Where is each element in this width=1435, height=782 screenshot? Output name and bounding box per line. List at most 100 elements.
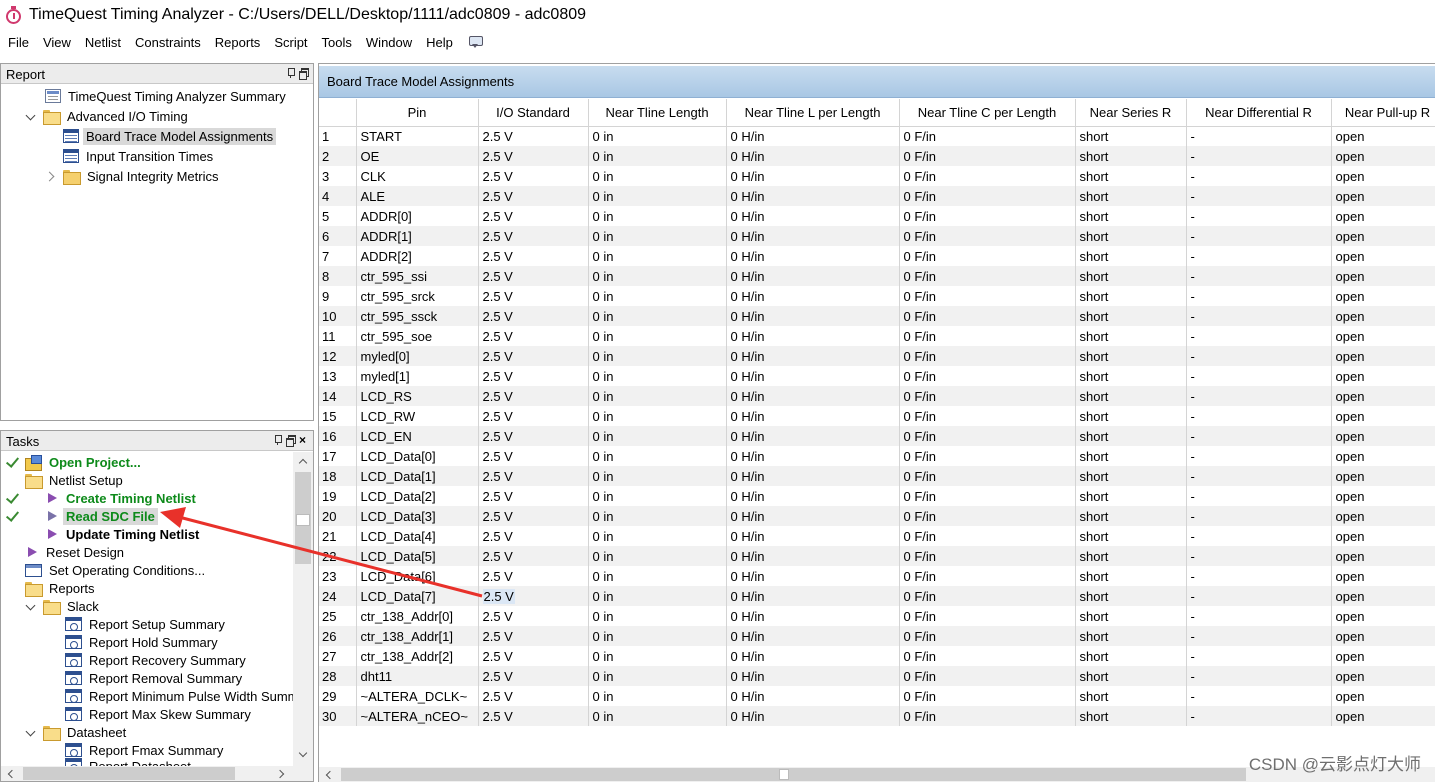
column-header-near-tline-l-per-length[interactable]: Near Tline L per Length xyxy=(726,99,900,127)
cell-near-differential-r[interactable]: - xyxy=(1186,606,1332,626)
cell-near-series-r[interactable]: short xyxy=(1075,306,1187,326)
cell-near-differential-r[interactable]: - xyxy=(1186,566,1332,586)
table-row[interactable]: 13 myled[1] 2.5 V 0 in 0 H/in 0 F/in short - ope… xyxy=(319,366,1435,386)
cell-near-differential-r[interactable]: - xyxy=(1186,186,1332,206)
cell-near-tline-length[interactable]: 0 in xyxy=(588,306,727,326)
cell-pin[interactable]: ~ALTERA_nCEO~ xyxy=(356,706,479,726)
menu-tools[interactable]: Tools xyxy=(317,35,357,50)
column-header-pin[interactable]: Pin xyxy=(356,99,479,127)
column-header-near-tline-length[interactable]: Near Tline Length xyxy=(588,99,727,127)
cell-near-tline-c-per-length[interactable]: 0 F/in xyxy=(899,566,1076,586)
cell-near-tline-length[interactable]: 0 in xyxy=(588,326,727,346)
cell-index[interactable]: 16 xyxy=(319,426,357,446)
report-tree-item-selected[interactable]: Board Trace Model Assignments xyxy=(63,126,277,146)
cell-near-tline-c-per-length[interactable]: 0 F/in xyxy=(899,666,1076,686)
cell-near-pull-up-r[interactable]: open xyxy=(1331,386,1435,406)
cell-near-tline-c-per-length[interactable]: 0 F/in xyxy=(899,586,1076,606)
cell-near-pull-up-r[interactable]: open xyxy=(1331,586,1435,606)
cell-near-tline-length[interactable]: 0 in xyxy=(588,126,727,146)
table-row[interactable]: 2 OE 2.5 V 0 in 0 H/in 0 F/in short - open xyxy=(319,146,1435,166)
cell-near-differential-r[interactable]: - xyxy=(1186,706,1332,726)
cell-near-tline-l-per-length[interactable]: 0 H/in xyxy=(726,466,900,486)
scroll-left-arrow-icon[interactable] xyxy=(5,769,15,779)
cell-near-tline-c-per-length[interactable]: 0 F/in xyxy=(899,166,1076,186)
cell-near-tline-l-per-length[interactable]: 0 H/in xyxy=(726,686,900,706)
cell-near-series-r[interactable]: short xyxy=(1075,626,1187,646)
cell-near-differential-r[interactable]: - xyxy=(1186,126,1332,146)
chat-help-icon[interactable] xyxy=(468,35,484,49)
cell-near-tline-length[interactable]: 0 in xyxy=(588,366,727,386)
cell-near-pull-up-r[interactable]: open xyxy=(1331,166,1435,186)
cell-near-tline-c-per-length[interactable]: 0 F/in xyxy=(899,266,1076,286)
chevron-down-icon[interactable] xyxy=(25,600,37,612)
cell-io-standard[interactable]: 2.5 V xyxy=(478,186,589,206)
report-tree-folder[interactable]: Signal Integrity Metrics xyxy=(45,166,222,186)
cell-near-differential-r[interactable]: - xyxy=(1186,486,1332,506)
scrollbar-thumb[interactable] xyxy=(341,768,1246,781)
pin-icon[interactable] xyxy=(286,68,295,78)
cell-near-tline-length[interactable]: 0 in xyxy=(588,406,727,426)
menu-help[interactable]: Help xyxy=(421,35,458,50)
cell-pin[interactable]: ADDR[1] xyxy=(356,226,479,246)
cell-near-series-r[interactable]: short xyxy=(1075,506,1187,526)
cell-near-tline-c-per-length[interactable]: 0 F/in xyxy=(899,446,1076,466)
cell-pin[interactable]: LCD_EN xyxy=(356,426,479,446)
task-report-removal-summary[interactable]: Report Removal Summary xyxy=(65,668,245,688)
cell-pin[interactable]: dht11 xyxy=(356,666,479,686)
cell-near-pull-up-r[interactable]: open xyxy=(1331,566,1435,586)
task-netlist-setup[interactable]: Netlist Setup xyxy=(25,470,126,490)
menu-script[interactable]: Script xyxy=(269,35,312,50)
cell-pin[interactable]: ctr_138_Addr[0] xyxy=(356,606,479,626)
cell-io-standard[interactable]: 2.5 V xyxy=(478,666,589,686)
cell-near-tline-l-per-length[interactable]: 0 H/in xyxy=(726,326,900,346)
cell-io-standard[interactable]: 2.5 V xyxy=(478,546,589,566)
cell-near-series-r[interactable]: short xyxy=(1075,286,1187,306)
task-open-project[interactable]: Open Project... xyxy=(25,452,144,472)
table-row[interactable]: 27 ctr_138_Addr[2] 2.5 V 0 in 0 H/in 0 F/in sh… xyxy=(319,646,1435,666)
cell-pin[interactable]: LCD_Data[7] xyxy=(356,586,479,606)
cell-io-standard[interactable]: 2.5 V xyxy=(478,646,589,666)
cell-near-tline-l-per-length[interactable]: 0 H/in xyxy=(726,546,900,566)
cell-index[interactable]: 18 xyxy=(319,466,357,486)
cell-near-tline-c-per-length[interactable]: 0 F/in xyxy=(899,406,1076,426)
cell-index[interactable]: 12 xyxy=(319,346,357,366)
table-row[interactable]: 6 ADDR[1] 2.5 V 0 in 0 H/in 0 F/in short - open xyxy=(319,226,1435,246)
task-slack-folder[interactable]: Slack xyxy=(25,596,102,616)
task-report-setup-summary[interactable]: Report Setup Summary xyxy=(65,614,228,634)
cell-near-tline-c-per-length[interactable]: 0 F/in xyxy=(899,186,1076,206)
cell-near-pull-up-r[interactable]: open xyxy=(1331,286,1435,306)
cell-pin[interactable]: ADDR[2] xyxy=(356,246,479,266)
table-row[interactable]: 17 LCD_Data[0] 2.5 V 0 in 0 H/in 0 F/in short -… xyxy=(319,446,1435,466)
cell-near-tline-l-per-length[interactable]: 0 H/in xyxy=(726,166,900,186)
column-header-near-pull-up-r[interactable]: Near Pull-up R xyxy=(1331,99,1435,127)
cell-near-tline-l-per-length[interactable]: 0 H/in xyxy=(726,246,900,266)
cell-io-standard[interactable]: 2.5 V xyxy=(478,526,589,546)
cell-near-series-r[interactable]: short xyxy=(1075,426,1187,446)
cell-io-standard[interactable]: 2.5 V xyxy=(478,686,589,706)
cell-near-tline-length[interactable]: 0 in xyxy=(588,506,727,526)
cell-index[interactable]: 22 xyxy=(319,546,357,566)
cell-index[interactable]: 7 xyxy=(319,246,357,266)
cell-index[interactable]: 9 xyxy=(319,286,357,306)
chevron-right-icon[interactable] xyxy=(45,170,57,182)
cell-io-standard[interactable]: 2.5 V xyxy=(478,466,589,486)
column-header-index[interactable] xyxy=(319,99,357,127)
cell-near-differential-r[interactable]: - xyxy=(1186,686,1332,706)
chevron-down-icon[interactable] xyxy=(25,110,37,122)
table-row[interactable]: 11 ctr_595_soe 2.5 V 0 in 0 H/in 0 F/in short -… xyxy=(319,326,1435,346)
cell-near-tline-l-per-length[interactable]: 0 H/in xyxy=(726,646,900,666)
cell-index[interactable]: 14 xyxy=(319,386,357,406)
scroll-down-arrow-icon[interactable] xyxy=(298,750,308,760)
cell-io-standard[interactable]: 2.5 V xyxy=(478,606,589,626)
menu-view[interactable]: View xyxy=(38,35,76,50)
cell-pin[interactable]: LCD_RS xyxy=(356,386,479,406)
cell-near-series-r[interactable]: short xyxy=(1075,386,1187,406)
cell-near-tline-c-per-length[interactable]: 0 F/in xyxy=(899,126,1076,146)
task-datasheet-folder[interactable]: Datasheet xyxy=(25,722,129,742)
cell-near-tline-length[interactable]: 0 in xyxy=(588,246,727,266)
cell-near-tline-c-per-length[interactable]: 0 F/in xyxy=(899,346,1076,366)
close-icon[interactable]: × xyxy=(299,434,308,446)
cell-pin[interactable]: LCD_RW xyxy=(356,406,479,426)
cell-near-tline-l-per-length[interactable]: 0 H/in xyxy=(726,446,900,466)
cell-index[interactable]: 27 xyxy=(319,646,357,666)
